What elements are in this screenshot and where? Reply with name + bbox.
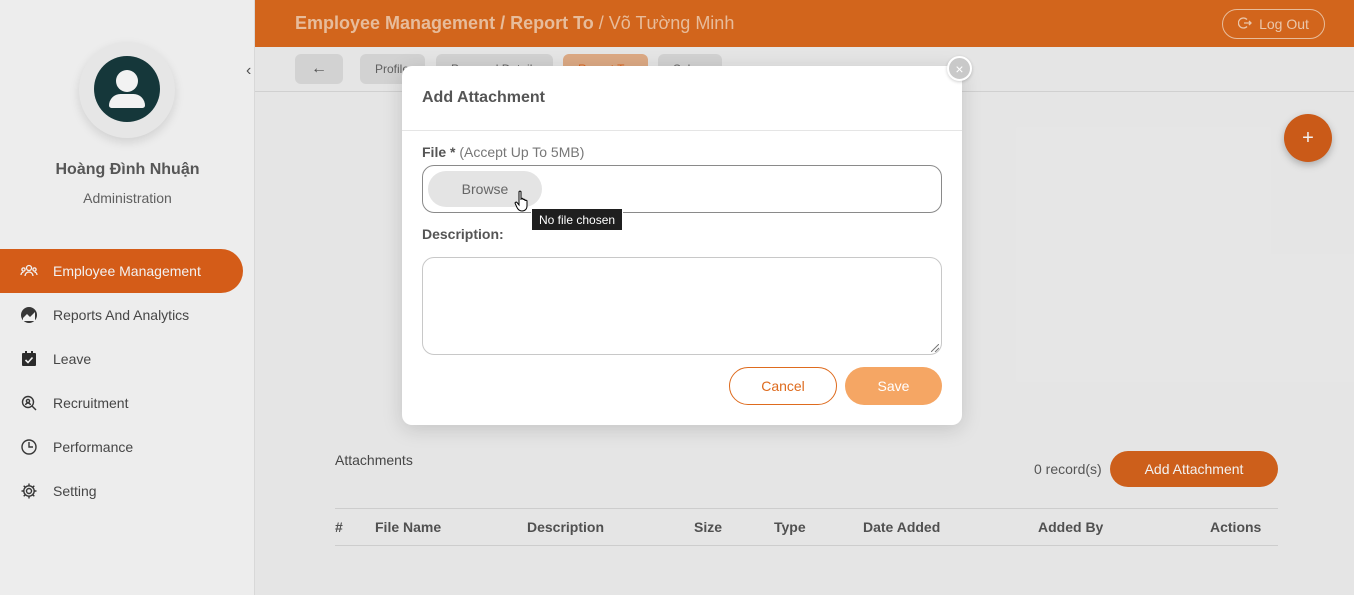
file-label: File * (Accept Up To 5MB) (422, 144, 585, 160)
save-button[interactable]: Save (845, 367, 942, 405)
description-label: Description: (422, 226, 504, 242)
close-icon[interactable]: × (947, 56, 972, 81)
resize-handle-icon[interactable] (931, 344, 939, 352)
cancel-button[interactable]: Cancel (729, 367, 837, 405)
hand-cursor-icon (514, 190, 528, 212)
dialog-title: Add Attachment (422, 89, 545, 106)
file-size-hint: (Accept Up To 5MB) (459, 144, 585, 160)
dialog-divider (402, 130, 962, 131)
file-input[interactable]: Browse (422, 165, 942, 213)
add-attachment-dialog: Add Attachment File * (Accept Up To 5MB)… (402, 66, 962, 425)
tooltip: No file chosen (531, 208, 624, 231)
description-textarea[interactable] (422, 257, 942, 355)
